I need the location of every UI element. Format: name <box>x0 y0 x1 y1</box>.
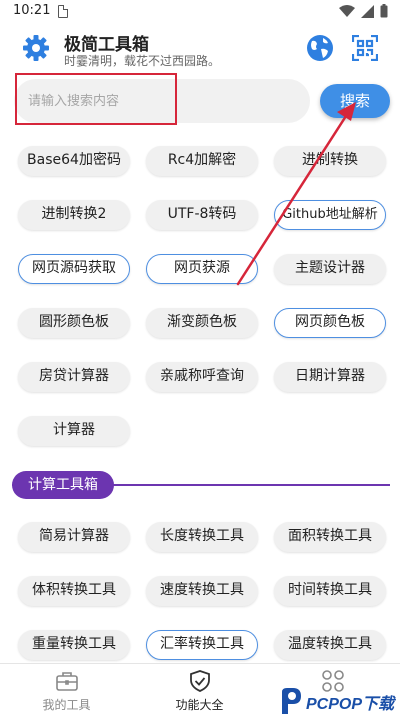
battery-icon <box>380 4 388 18</box>
tool-chip-gradient-color[interactable]: 渐变颜色板 <box>146 308 258 338</box>
annotation-highlight-box <box>15 73 177 125</box>
tool-chip-round-color[interactable]: 圆形颜色板 <box>18 308 130 338</box>
search-button[interactable]: 搜索 <box>320 84 390 118</box>
calc-chip-temperature[interactable]: 温度转换工具 <box>274 630 386 660</box>
watermark: PCPOP下载 <box>278 682 400 720</box>
status-bar: 10:21 <box>0 0 400 24</box>
tool-chip-base64[interactable]: Base64加密码 <box>18 146 130 176</box>
pcpop-logo-icon <box>278 686 304 716</box>
calc-chip-length[interactable]: 长度转换工具 <box>146 522 258 552</box>
tool-chip-rc4[interactable]: Rc4加解密 <box>146 146 258 176</box>
tool-chip-github[interactable]: Github地址解析 <box>274 200 386 230</box>
nav-item-my-tools[interactable]: 我的工具 <box>0 664 133 720</box>
calc-chip-volume[interactable]: 体积转换工具 <box>18 576 130 606</box>
qr-scan-icon[interactable] <box>351 34 379 62</box>
tool-chip-page-resource[interactable]: 网页获源 <box>146 254 258 284</box>
nav-item-all-functions[interactable]: 功能大全 <box>133 664 266 720</box>
tool-chip-mortgage[interactable]: 房贷计算器 <box>18 362 130 392</box>
tool-chip-web-color[interactable]: 网页颜色板 <box>274 308 386 338</box>
tool-chip-calculator[interactable]: 计算器 <box>18 416 130 446</box>
status-icons <box>339 4 388 18</box>
tool-chip-radix2[interactable]: 进制转换2 <box>18 200 130 230</box>
tool-chip-theme[interactable]: 主题设计器 <box>274 254 386 284</box>
tool-chip-utf8[interactable]: UTF-8转码 <box>146 200 258 230</box>
tool-chip-radix[interactable]: 进制转换 <box>274 146 386 176</box>
section-title: 计算工具箱 <box>12 471 114 499</box>
signal-icon <box>361 4 374 18</box>
calc-chip-weight[interactable]: 重量转换工具 <box>18 630 130 660</box>
calc-chip-area[interactable]: 面积转换工具 <box>274 522 386 552</box>
status-time: 10:21 <box>13 3 51 18</box>
calc-chip-currency[interactable]: 汇率转换工具 <box>146 630 258 660</box>
tool-chip-relatives[interactable]: 亲戚称呼查询 <box>146 362 258 392</box>
tool-chip-date-calc[interactable]: 日期计算器 <box>274 362 386 392</box>
globe-icon[interactable] <box>306 34 334 62</box>
shield-check-icon <box>188 670 212 692</box>
app-header: 极简工具箱 时霎清明，载花不过西园路。 <box>0 28 400 72</box>
sim-card-icon <box>58 5 68 18</box>
nav-label-my-tools: 我的工具 <box>42 698 91 712</box>
wifi-icon <box>339 4 355 18</box>
app-subtitle: 时霎清明，载花不过西园路。 <box>64 54 221 68</box>
tool-chip-page-source[interactable]: 网页源码获取 <box>18 254 130 284</box>
calc-chip-speed[interactable]: 速度转换工具 <box>146 576 258 606</box>
briefcase-icon <box>55 670 79 692</box>
gear-icon[interactable] <box>22 34 50 62</box>
watermark-text: PCPOP下载 <box>306 696 395 713</box>
calc-chip-simple[interactable]: 简易计算器 <box>18 522 130 552</box>
nav-label-all-functions: 功能大全 <box>175 698 224 712</box>
calc-chip-time[interactable]: 时间转换工具 <box>274 576 386 606</box>
